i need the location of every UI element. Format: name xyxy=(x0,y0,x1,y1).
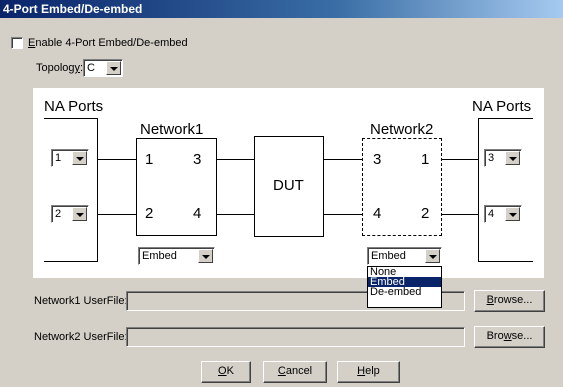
network1-port-tr: 3 xyxy=(193,151,202,168)
na-port-right-top-value: 3 xyxy=(488,152,495,164)
dut-box: DUT xyxy=(254,136,324,237)
line-dut-net2-bottom xyxy=(324,214,363,215)
na-port-left-bottom-value: 2 xyxy=(55,208,62,220)
network1-browse-button[interactable]: Browse... xyxy=(474,290,545,312)
na-port-left-top-value: 1 xyxy=(55,152,62,164)
na-ports-right-bracket xyxy=(478,118,479,262)
chevron-down-icon[interactable] xyxy=(425,249,440,263)
network1-port-br: 4 xyxy=(193,205,202,222)
network1-title: Network1 xyxy=(140,121,204,138)
network2-mode-value: Embed xyxy=(371,250,406,262)
na-port-right-bottom-select[interactable]: 4 xyxy=(484,205,522,223)
na-ports-right-label: NA Ports xyxy=(472,98,532,115)
chevron-down-icon[interactable] xyxy=(198,249,213,263)
network2-userfile-label: Network2 UserFile: xyxy=(34,331,128,343)
na-port-right-top-select[interactable]: 3 xyxy=(484,149,522,167)
na-ports-right-bracket-top xyxy=(478,118,533,119)
na-port-right-bottom-value: 4 xyxy=(488,208,495,220)
network2-mode-dropdown-list: None Embed De-embed xyxy=(367,266,442,308)
network2-port-br: 2 xyxy=(421,205,430,222)
help-button[interactable]: Help xyxy=(337,361,400,383)
dut-label: DUT xyxy=(273,177,304,194)
na-ports-right-bracket-bottom xyxy=(478,261,533,262)
topology-dropdown-arrow-icon[interactable] xyxy=(106,61,121,75)
network2-title: Network2 xyxy=(370,121,434,138)
ok-button[interactable]: OK xyxy=(201,361,251,383)
topology-label: Topology: xyxy=(36,62,84,74)
cancel-button[interactable]: Cancel xyxy=(263,361,327,383)
title-bar: 4-Port Embed/De-embed xyxy=(0,0,563,18)
network1-port-bl: 2 xyxy=(145,205,154,222)
line-dut-net2-top xyxy=(324,159,363,160)
dropdown-option-deembed[interactable]: De-embed xyxy=(368,287,441,298)
topology-value: C xyxy=(87,62,95,74)
chevron-down-icon[interactable] xyxy=(72,151,87,165)
line-na2-net1 xyxy=(97,214,137,215)
line-net1-dut-bottom xyxy=(217,214,255,215)
topology-diagram: NA Ports NA Ports Network1 1 3 2 4 DUT N… xyxy=(33,88,544,278)
network1-mode-select[interactable]: Embed xyxy=(138,247,215,265)
na-port-left-bottom-select[interactable]: 2 xyxy=(51,205,89,223)
network2-box: 3 1 4 2 xyxy=(362,138,442,236)
line-net2-na4 xyxy=(441,214,479,215)
network2-port-tr: 1 xyxy=(421,151,430,168)
network2-browse-button[interactable]: Browse... xyxy=(474,326,545,348)
enable-4port-label[interactable]: Enable 4-Port Embed/De-embed xyxy=(28,37,188,50)
na-ports-left-bracket xyxy=(97,118,98,262)
chevron-down-icon[interactable] xyxy=(505,207,520,221)
line-na1-net1 xyxy=(97,159,137,160)
enable-4port-checkbox[interactable] xyxy=(11,37,23,49)
network2-userfile-input[interactable] xyxy=(126,327,465,347)
na-ports-left-bracket-bottom xyxy=(44,261,98,262)
network2-mode-select[interactable]: Embed xyxy=(367,247,442,265)
chevron-down-icon[interactable] xyxy=(72,207,87,221)
na-port-left-top-select[interactable]: 1 xyxy=(51,149,89,167)
na-ports-left-label: NA Ports xyxy=(44,98,104,115)
embed-deembed-dialog: 4-Port Embed/De-embed Enable 4-Port Embe… xyxy=(0,0,563,387)
network1-mode-value: Embed xyxy=(142,250,177,262)
line-net1-dut-top xyxy=(217,159,255,160)
na-ports-left-bracket-top xyxy=(44,118,98,119)
network2-port-tl: 3 xyxy=(373,151,382,168)
network1-box: 1 3 2 4 xyxy=(136,138,217,236)
network1-userfile-label: Network1 UserFile: xyxy=(34,295,128,307)
network1-port-tl: 1 xyxy=(145,151,154,168)
line-net2-na3 xyxy=(441,159,479,160)
topology-select[interactable]: C xyxy=(83,59,123,77)
network2-port-bl: 4 xyxy=(373,205,382,222)
chevron-down-icon[interactable] xyxy=(505,151,520,165)
